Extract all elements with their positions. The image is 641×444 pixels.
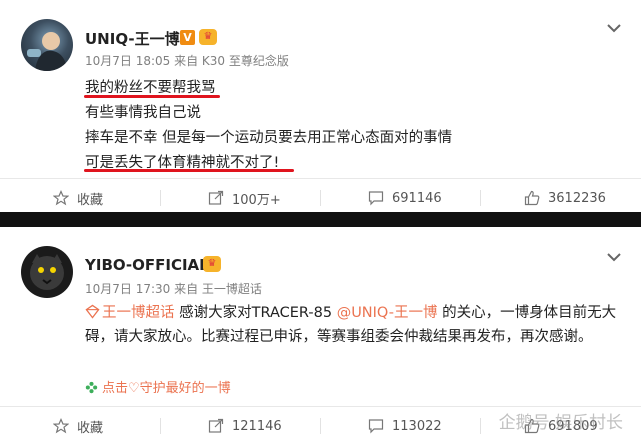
flower-icon bbox=[85, 381, 98, 394]
username[interactable]: UNIQ-王一博 bbox=[85, 28, 180, 49]
divider bbox=[320, 190, 321, 206]
mention-link[interactable]: @UNIQ-王一博 bbox=[337, 305, 438, 321]
repost-count: 100万+ bbox=[232, 192, 281, 208]
watermark: 企鹅号 娱乐村长 bbox=[498, 413, 623, 433]
weibo-post-1: UNIQ-王一博 V ♛ 10月7日 18:05 来自 K30 至尊纪念版 我的… bbox=[0, 0, 641, 212]
star-icon bbox=[53, 190, 69, 206]
post-text: 感谢大家对TRACER-85 bbox=[174, 305, 337, 321]
repost-icon bbox=[208, 190, 224, 205]
avatar[interactable] bbox=[21, 246, 73, 298]
post-meta: 10月7日 18:05 来自 K30 至尊纪念版 bbox=[85, 54, 289, 68]
divider bbox=[480, 418, 481, 434]
comment-count: 691146 bbox=[392, 190, 442, 206]
chevron-down-icon[interactable] bbox=[607, 252, 621, 262]
favorite-label: 收藏 bbox=[77, 192, 104, 208]
topic-link[interactable]: 王一博超话 bbox=[102, 305, 175, 321]
comment-button[interactable]: 113022 bbox=[368, 407, 442, 444]
like-count: 3612236 bbox=[548, 190, 606, 206]
thumbs-up-icon bbox=[524, 190, 540, 206]
favorite-label: 收藏 bbox=[77, 420, 104, 436]
post-text-line: 摔车是不幸 但是每一个运动员要去用正常心态面对的事情 bbox=[85, 130, 453, 146]
red-underline bbox=[84, 95, 220, 98]
repost-button[interactable]: 121146 bbox=[208, 407, 282, 444]
post-text-line: 有些事情我自己说 bbox=[85, 105, 201, 121]
vip-badge-icon: ♛ bbox=[203, 256, 221, 272]
support-link-label: 点击♡守护最好的一博 bbox=[102, 381, 231, 396]
username[interactable]: YIBO-OFFICIAL bbox=[85, 256, 209, 274]
star-icon bbox=[53, 418, 69, 434]
verified-icon: V bbox=[180, 30, 195, 45]
divider bbox=[320, 418, 321, 434]
favorite-button[interactable]: 收藏 bbox=[53, 407, 103, 444]
support-link[interactable]: 点击♡守护最好的一博 bbox=[85, 377, 231, 396]
avatar[interactable] bbox=[21, 19, 73, 71]
post-text-line: 我的粉丝不要帮我骂 bbox=[85, 80, 216, 96]
comment-icon bbox=[368, 419, 384, 434]
divider bbox=[160, 190, 161, 206]
repost-icon bbox=[208, 418, 224, 433]
vip-badge-icon: ♛ bbox=[199, 29, 217, 45]
action-bar: 收藏 100万+ 691146 3612236 bbox=[0, 178, 641, 216]
diamond-topic-icon bbox=[85, 304, 100, 319]
repost-count: 121146 bbox=[232, 418, 282, 434]
red-underline bbox=[84, 169, 294, 172]
divider bbox=[480, 190, 481, 206]
divider bbox=[160, 418, 161, 434]
chevron-down-icon[interactable] bbox=[607, 23, 621, 33]
post-meta: 10月7日 17:30 来自 王一博超话 bbox=[85, 282, 262, 296]
comment-count: 113022 bbox=[392, 418, 442, 434]
feed-divider bbox=[0, 212, 641, 227]
comment-icon bbox=[368, 191, 384, 206]
post-body: 王一博超话 感谢大家对TRACER-85 @UNIQ-王一博 的关心，一博身体目… bbox=[85, 301, 625, 349]
